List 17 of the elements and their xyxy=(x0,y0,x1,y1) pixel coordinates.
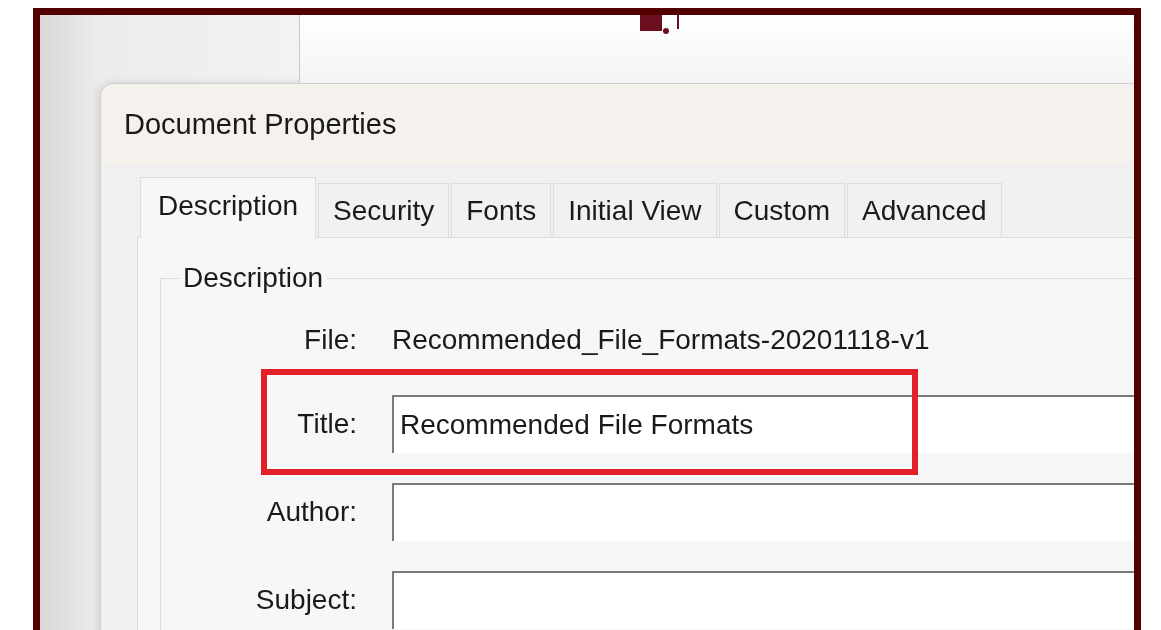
tab[interactable]: Custom xyxy=(718,183,846,238)
logo-drawing xyxy=(640,15,680,35)
text-field[interactable] xyxy=(392,571,1134,629)
field-label: Subject: xyxy=(254,584,357,616)
tab[interactable]: Security xyxy=(318,183,450,238)
field-label: Title: xyxy=(296,408,357,440)
field-label: Author: xyxy=(265,496,357,528)
window-title: Document Properties xyxy=(124,108,397,141)
text-field[interactable]: Recommended File Formats xyxy=(392,395,1134,453)
file-name: Recommended_File_Formats-20201118-v1 xyxy=(392,324,930,356)
tab[interactable]: Initial View xyxy=(553,183,717,238)
field-label: File: xyxy=(303,324,357,356)
tab[interactable]: Advanced xyxy=(847,183,1002,238)
group-title: Description xyxy=(182,262,325,294)
tab[interactable]: Fonts xyxy=(451,183,552,238)
text-field[interactable] xyxy=(392,483,1134,541)
tab[interactable]: Description xyxy=(140,177,317,238)
